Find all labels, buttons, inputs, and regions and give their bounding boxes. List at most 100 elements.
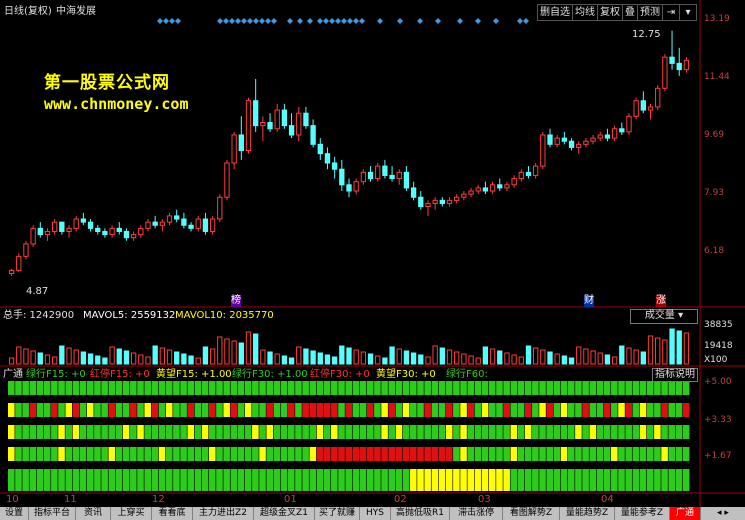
event-marker[interactable]: 榜 (231, 295, 241, 307)
candle-body (331, 162, 338, 170)
volume-bar (317, 352, 323, 365)
indicator-cell (460, 447, 467, 461)
indicator-cell (532, 381, 539, 395)
indicator-tick: +5.00 (704, 377, 732, 387)
tab-settings[interactable]: 设置 (0, 507, 29, 520)
candle-body (597, 134, 603, 139)
tab-golden-cross[interactable]: 超级金叉Z1 (254, 507, 315, 520)
indicator-cell (453, 381, 460, 395)
indicator-cell (453, 425, 460, 439)
indicator-cell (94, 403, 101, 417)
indicator-cell (510, 447, 518, 461)
indicator-cell (474, 425, 482, 439)
indicator-cell (352, 403, 360, 417)
volume-bar (73, 349, 79, 365)
candle-body (655, 87, 661, 108)
tab-limit-up[interactable]: 滞击涨停 (450, 507, 503, 520)
indicator-cell (438, 425, 446, 439)
indicator-cell (352, 469, 360, 491)
indicator-cell (596, 469, 604, 491)
indicator-cell (625, 403, 632, 417)
tab-indicator-platform[interactable]: 指标平台 (29, 507, 76, 520)
indicator-cell (438, 447, 446, 461)
indicator-cell (654, 469, 661, 491)
tab-volume-trend[interactable]: 量能趋势Z (560, 507, 615, 520)
indicator-cell (639, 403, 647, 417)
indicator-cell (582, 447, 589, 461)
indicator-cell (467, 403, 475, 417)
indicator-cell (101, 447, 108, 461)
tab-buy-earn[interactable]: 买了就赚 (315, 507, 360, 520)
indicator-help-button[interactable]: 指标说明 (652, 368, 698, 382)
indicator-cell (474, 403, 482, 417)
candle-body (662, 56, 668, 89)
indicator-cell (331, 447, 338, 461)
indicator-cell (445, 381, 453, 395)
volume-bar (626, 347, 632, 365)
tab-guangtong[interactable]: 广通 (670, 507, 701, 520)
candle-body (403, 171, 410, 189)
indicator-cell (546, 381, 553, 395)
candle-body (66, 227, 72, 232)
volume-bar (439, 347, 445, 365)
tab-main-flow[interactable]: 主力进出Z2 (193, 507, 254, 520)
candle-body (532, 165, 539, 176)
indicator-cell (481, 381, 489, 395)
tab-news[interactable]: 资讯 (76, 507, 111, 520)
indicator-cell (180, 381, 187, 395)
event-marker[interactable]: 财 (584, 295, 594, 307)
indicator-cell (280, 425, 288, 439)
indicator-cell (539, 403, 546, 417)
indicator-cell (230, 425, 238, 439)
indicator-cell (280, 447, 288, 461)
indicator-item: 绿行F30: +1.00 (232, 369, 308, 380)
volume-bar (540, 349, 546, 365)
indicator-cell (323, 381, 331, 395)
indicator-cell (280, 381, 288, 395)
volume-bar (52, 356, 58, 365)
signal-diamond (229, 18, 235, 24)
indicator-cell (22, 447, 29, 461)
volume-bar (518, 356, 524, 365)
signal-diamond (297, 18, 303, 24)
volume-bar (532, 347, 539, 365)
tab-chart-trend[interactable]: 看图解势Z (503, 507, 560, 520)
candle-body (611, 128, 618, 139)
indicator-cell (115, 469, 123, 491)
indicator-cell (201, 447, 209, 461)
tab-hys[interactable]: HYS (360, 507, 391, 520)
indicator-cell (611, 425, 618, 439)
indicator-cell (352, 425, 360, 439)
volume-bar (432, 345, 438, 365)
indicator-cell (553, 469, 561, 491)
candle-body (102, 230, 108, 236)
tab-high-low[interactable]: 高抛低吸R1 (391, 507, 450, 520)
event-marker[interactable]: 涨 (656, 295, 666, 307)
indicator-cell (115, 447, 123, 461)
volume-bar (267, 351, 273, 365)
indicator-cell (424, 381, 431, 395)
candle-body (360, 171, 367, 183)
indicator-select[interactable]: 成交量 ▾ (630, 309, 698, 324)
indicator-cell (603, 469, 611, 491)
indicator-cell (352, 447, 360, 461)
indicator-cell (36, 447, 44, 461)
tab-scroll[interactable]: ◂ ▸ (701, 507, 745, 520)
tab-cross-buy[interactable]: 上穿买 (111, 507, 152, 520)
indicator-cell (144, 403, 151, 417)
indicator-cell (682, 381, 690, 395)
indicator-cell (424, 469, 431, 491)
indicator-item: 红停F15: +0 (90, 369, 150, 380)
indicator-cell (144, 447, 151, 461)
indicator-cell (338, 403, 345, 417)
volume-tick: 38835 (704, 320, 733, 330)
indicator-cell (582, 469, 589, 491)
volume-bar (583, 348, 589, 365)
tab-volume-ref[interactable]: 量能参考Z (615, 507, 670, 520)
tab-bottom[interactable]: 看看底 (152, 507, 193, 520)
indicator-cell (309, 469, 317, 491)
indicator-select-value: 成交量 (644, 310, 675, 321)
indicator-cell (266, 447, 274, 461)
indicator-cell (273, 447, 281, 461)
indicator-cell (675, 469, 683, 491)
